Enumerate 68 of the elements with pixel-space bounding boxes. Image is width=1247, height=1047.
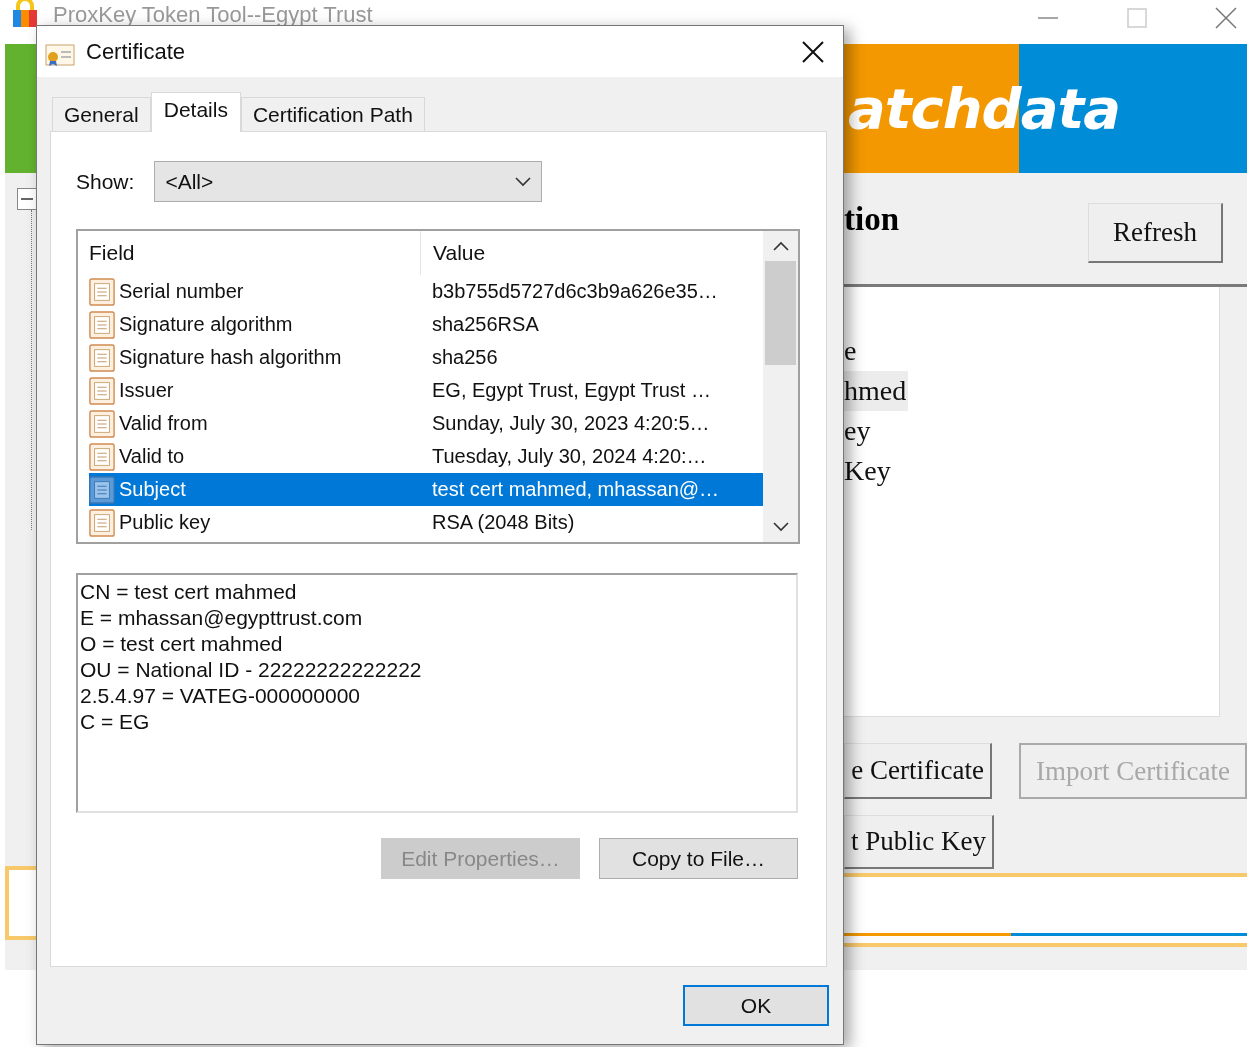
field-value: EG, Egypt Trust, Egypt Trust …	[432, 379, 711, 401]
field-name: Valid to	[119, 445, 185, 468]
detail-line: OU = National ID - 22222222222222	[80, 657, 423, 683]
field-name: Public key	[119, 511, 211, 534]
field-value: Sunday, July 30, 2023 4:20:5…	[432, 412, 710, 434]
document-icon	[89, 409, 115, 438]
list-item[interactable]: ey	[844, 411, 873, 451]
detail-line: E = mhassan@egypttrust.com	[80, 605, 364, 631]
document-icon	[89, 343, 115, 372]
document-icon	[89, 310, 115, 339]
column-header[interactable]: Value	[421, 241, 486, 265]
dialog-title: Certificate	[86, 38, 186, 65]
field-name: Subject	[119, 478, 186, 501]
list-row[interactable]: Public key RSA (2048 Bits)	[89, 506, 763, 539]
field-value: test cert mahmed, mhassan@…	[432, 478, 720, 500]
chevron-up-icon	[772, 241, 789, 251]
field-name: Valid from	[119, 412, 208, 435]
list-row[interactable]: Signature algorithm sha256RSA	[89, 308, 763, 341]
window-title: ProxKey Token Tool--Egypt Trust	[53, 2, 373, 28]
collapse-icon	[17, 188, 37, 210]
detail-line: C = EG	[80, 709, 151, 735]
minimize-icon	[1037, 17, 1059, 19]
scrollbar[interactable]	[763, 231, 798, 542]
field-name: Signature algorithm	[119, 313, 293, 336]
list-item[interactable]: Key	[844, 451, 893, 491]
tab[interactable]: Certification Path	[240, 97, 425, 131]
show-dropdown[interactable]: <All>	[154, 161, 543, 202]
chevron-down-icon	[515, 176, 532, 187]
dialog-button[interactable]: Copy to File…	[599, 838, 798, 879]
ok-button[interactable]: OK	[683, 985, 829, 1026]
list-row[interactable]: Valid from Sunday, July 30, 2023 4:20:5…	[89, 407, 763, 440]
field-name: Signature hash algorithm	[119, 346, 342, 369]
field-name: Serial number	[119, 280, 244, 303]
maximize-icon	[1126, 7, 1148, 29]
action-button[interactable]: t Public Key	[844, 815, 994, 869]
list-row[interactable]: Signature hash algorithm sha256	[89, 341, 763, 374]
padlock-icon	[12, 0, 38, 28]
section-heading: tion	[844, 201, 899, 238]
detail-line: 2.5.4.97 = VATEG-000000000	[80, 683, 361, 709]
list-item[interactable]: e	[844, 331, 859, 371]
column-header[interactable]: Field	[89, 231, 421, 275]
field-name: Issuer	[119, 379, 174, 402]
action-button[interactable]: e Certificate	[844, 743, 992, 799]
list-row[interactable]: Serial number b3b755d5727d6c3b9a626e35…	[89, 275, 763, 308]
tab[interactable]: General	[52, 97, 151, 131]
document-icon	[89, 277, 115, 306]
list-row[interactable]: Subject test cert mahmed, mhassan@…	[89, 473, 763, 506]
field-value: sha256	[432, 346, 498, 368]
tab[interactable]: Details	[150, 92, 241, 132]
detail-line: CN = test cert mahmed	[80, 579, 298, 605]
field-value: Tuesday, July 30, 2024 4:20:…	[432, 445, 707, 467]
scroll-thumb[interactable]	[765, 261, 796, 365]
document-icon	[89, 475, 115, 504]
document-icon	[89, 376, 115, 405]
close-icon	[1215, 7, 1237, 29]
document-icon	[89, 508, 115, 537]
detail-line: O = test cert mahmed	[80, 631, 284, 657]
refresh-button[interactable]: Refresh	[1088, 203, 1223, 263]
field-value: sha256RSA	[432, 313, 539, 335]
field-value: RSA (2048 Bits)	[432, 511, 575, 533]
document-icon	[89, 442, 115, 471]
list-item[interactable]: hmed	[844, 371, 909, 411]
field-value: b3b755d5727d6c3b9a626e35…	[432, 280, 718, 302]
chevron-down-icon	[772, 522, 789, 532]
list-row[interactable]: Issuer EG, Egypt Trust, Egypt Trust …	[89, 374, 763, 407]
list-row[interactable]: Valid to Tuesday, July 30, 2024 4:20:…	[89, 440, 763, 473]
close-icon	[802, 40, 824, 63]
field-label: Show:	[76, 169, 135, 194]
